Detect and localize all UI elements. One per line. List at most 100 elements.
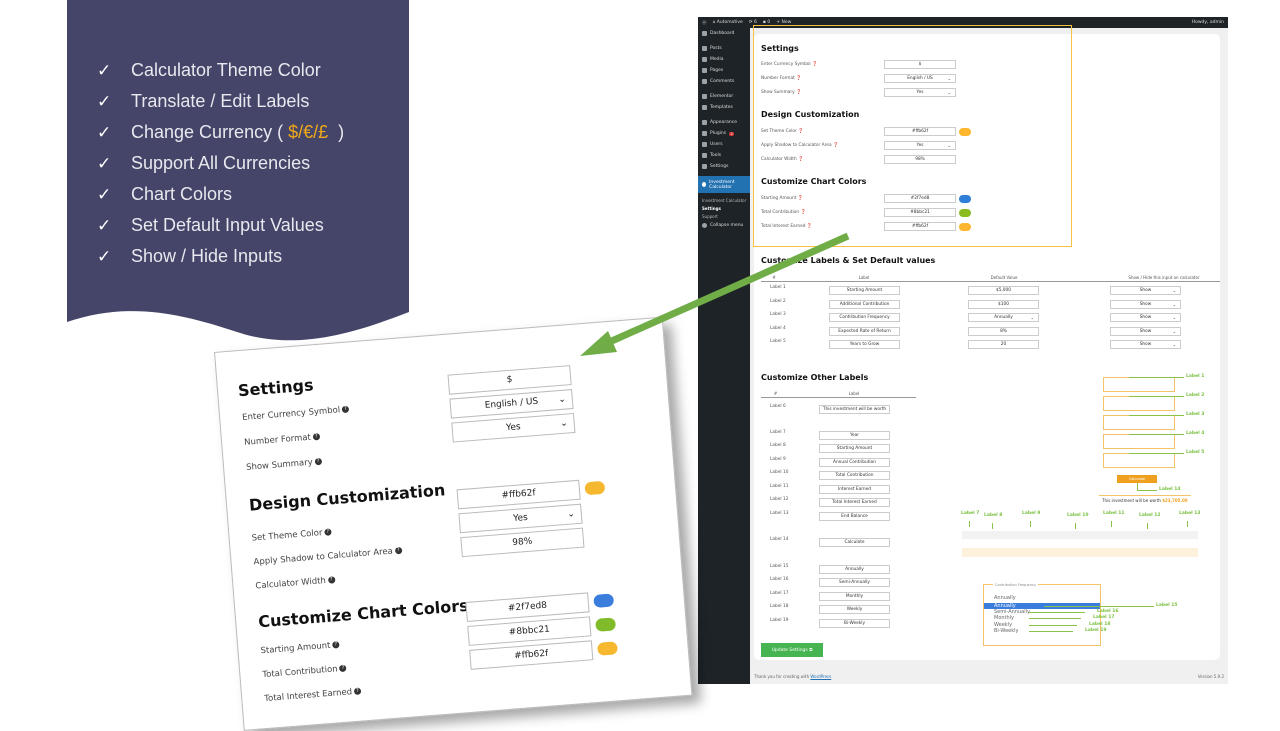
howdy-user[interactable]: Howdy, admin xyxy=(1192,20,1224,25)
highlight-box xyxy=(753,25,1072,247)
zoom-contribution-label: Total Contribution? xyxy=(262,664,347,680)
callout-label: Label 4 xyxy=(1186,431,1205,436)
collapse-menu[interactable]: Collapse menu xyxy=(698,220,750,231)
label-number: Label 2 xyxy=(770,298,786,304)
label-input[interactable]: Expected Rate of Return xyxy=(829,326,900,336)
check-icon: ✓ xyxy=(97,61,112,80)
label-input[interactable]: Contribution Frequency xyxy=(829,313,900,322)
label-number: Label 5 xyxy=(770,339,786,344)
other-label-input[interactable]: Annually xyxy=(819,565,890,574)
label-number: Label 4 xyxy=(770,325,786,331)
show-hide-select[interactable]: Show ⌄ xyxy=(1110,340,1181,349)
other-label-input[interactable]: End Balance xyxy=(819,512,890,521)
other-label-input[interactable]: Monthly xyxy=(819,592,890,601)
zoom-interest-swatch[interactable] xyxy=(597,641,618,656)
other-label-input[interactable]: Bi-Weekly xyxy=(819,619,890,628)
check-icon: ✓ xyxy=(97,216,112,235)
feature-list: ✓ Calculator Theme Color ✓ Translate / Edi… xyxy=(97,55,344,272)
wordpress-logo-icon[interactable]: ⓦ xyxy=(702,20,707,26)
other-label-number: Label 12 xyxy=(770,497,789,502)
default-value-input[interactable]: 20 xyxy=(968,340,1039,349)
label-input[interactable]: Additional Contribution xyxy=(829,299,900,309)
other-label-input[interactable]: Interest Earned xyxy=(819,485,890,494)
other-label-input[interactable]: This investment will be worth xyxy=(819,405,890,414)
default-value-input[interactable]: $100 xyxy=(968,299,1039,309)
site-name[interactable]: ⌂ Automotive xyxy=(713,20,743,25)
chevron-down-icon: ⌄ xyxy=(1172,328,1176,334)
update-settings-button[interactable]: Update Settings ⧉ xyxy=(761,643,823,657)
user-icon xyxy=(702,142,707,147)
submenu-investment-calculator[interactable]: Investment Calculator xyxy=(698,196,750,204)
other-label-input[interactable]: Semi-Annually xyxy=(819,578,890,587)
submenu-settings[interactable]: Settings xyxy=(698,204,750,212)
sidebar-item-users[interactable]: Users xyxy=(698,139,750,150)
sidebar-item-elementor[interactable]: Elementor xyxy=(698,91,750,102)
zoom-show-summary-select[interactable]: Yes ⌄ xyxy=(451,412,576,443)
other-label-number: Label 17 xyxy=(770,591,789,596)
zoom-theme-swatch[interactable] xyxy=(584,480,606,496)
zoom-interest-color-input[interactable]: #ffb62f xyxy=(469,640,594,670)
preview-table-row xyxy=(962,539,1198,548)
label-input[interactable]: Years to Grow xyxy=(829,340,900,349)
wordpress-link[interactable]: WordPress xyxy=(810,674,831,679)
submenu-support[interactable]: Support xyxy=(698,212,750,220)
other-label-input[interactable]: Total Contribution xyxy=(819,471,890,480)
zoom-shadow-label: Apply Shadow to Calculator Area? xyxy=(253,546,403,568)
zoomed-settings-card: Settings Enter Currency Symbol? $ Number… xyxy=(214,316,693,731)
sidebar-item-pages[interactable]: Pages xyxy=(698,65,750,76)
label-input[interactable]: Starting Amount xyxy=(829,286,900,295)
zoom-currency-label: Enter Currency Symbol? xyxy=(242,405,350,423)
show-hide-select[interactable]: Show ⌄ xyxy=(1110,286,1181,295)
sidebar-item-media[interactable]: Media xyxy=(698,54,750,65)
sidebar-item-dashboard[interactable]: Dashboard xyxy=(698,28,750,39)
table-callout: Label 11 xyxy=(1103,511,1125,516)
other-label-input[interactable]: Total Interest Earned xyxy=(819,498,890,507)
feature-item: ✓ Translate / Edit Labels xyxy=(97,86,344,117)
media-icon xyxy=(702,57,707,62)
check-icon: ✓ xyxy=(97,154,112,173)
dollar-icon xyxy=(702,182,707,187)
default-value-input[interactable]: 8% xyxy=(968,326,1039,336)
sidebar-item-settings[interactable]: Settings xyxy=(698,161,750,172)
footer-text: Thank you for creating with WordPress xyxy=(754,674,832,679)
zoom-chart-colors-heading: Customize Chart Colors xyxy=(257,595,470,632)
other-label-number: Label 10 xyxy=(770,470,789,475)
feature-panel: ✓ Calculator Theme Color ✓ Translate / Edi… xyxy=(67,0,409,352)
other-label-number: Label 6 xyxy=(770,404,786,409)
sidebar-item-appearance[interactable]: Appearance xyxy=(698,117,750,128)
sidebar-item-comments[interactable]: Comments xyxy=(698,76,750,87)
sidebar-item-plugins[interactable]: Plugins 2 xyxy=(698,128,750,139)
feature-item: ✓ Support All Currencies xyxy=(97,148,344,179)
show-hide-select[interactable]: Show ⌄ xyxy=(1110,299,1181,309)
sidebar-item-posts[interactable]: Posts xyxy=(698,43,750,54)
zoom-contribution-swatch[interactable] xyxy=(595,617,617,632)
feature-item: ✓ Show / Hide Inputs xyxy=(97,241,344,272)
preview-input-box xyxy=(1103,377,1175,392)
other-label-number: Label 15 xyxy=(770,564,789,569)
callout-label: Label 3 xyxy=(1186,412,1205,417)
feature-item: ✓ Change Currency ( $/€/£ ) xyxy=(97,117,344,148)
table-callout: Label 8 xyxy=(984,513,1003,518)
other-label-number: Label 13 xyxy=(770,511,789,516)
check-icon: ✓ xyxy=(97,247,112,266)
sidebar-item-investment-calculator[interactable]: Investment Calculator xyxy=(698,176,750,193)
other-label-input[interactable]: Annual Contribution xyxy=(819,458,890,467)
other-label-input[interactable]: Calculate xyxy=(819,538,890,547)
sidebar-item-templates[interactable]: Templates xyxy=(698,102,750,113)
other-label-input[interactable]: Starting Amount xyxy=(819,444,890,453)
other-label-input[interactable]: Year xyxy=(819,431,890,440)
show-hide-select[interactable]: Show ⌄ xyxy=(1110,326,1181,336)
other-label-number: Label 8 xyxy=(770,443,786,448)
dashboard-icon xyxy=(702,31,707,36)
show-hide-select[interactable]: Show ⌄ xyxy=(1110,313,1181,322)
sidebar-item-tools[interactable]: Tools xyxy=(698,150,750,161)
other-label-input[interactable]: Weekly xyxy=(819,605,890,614)
default-value-input[interactable]: Annually ⌄ xyxy=(968,313,1039,322)
zoom-starting-swatch[interactable] xyxy=(593,593,615,608)
table-divider xyxy=(761,281,1220,282)
default-value-input[interactable]: $5,000 xyxy=(968,286,1039,295)
update-badge: 2 xyxy=(729,131,735,136)
feature-item: ✓ Chart Colors xyxy=(97,179,344,210)
zoom-width-input[interactable]: 98% xyxy=(460,527,585,558)
collapse-icon xyxy=(702,223,707,228)
